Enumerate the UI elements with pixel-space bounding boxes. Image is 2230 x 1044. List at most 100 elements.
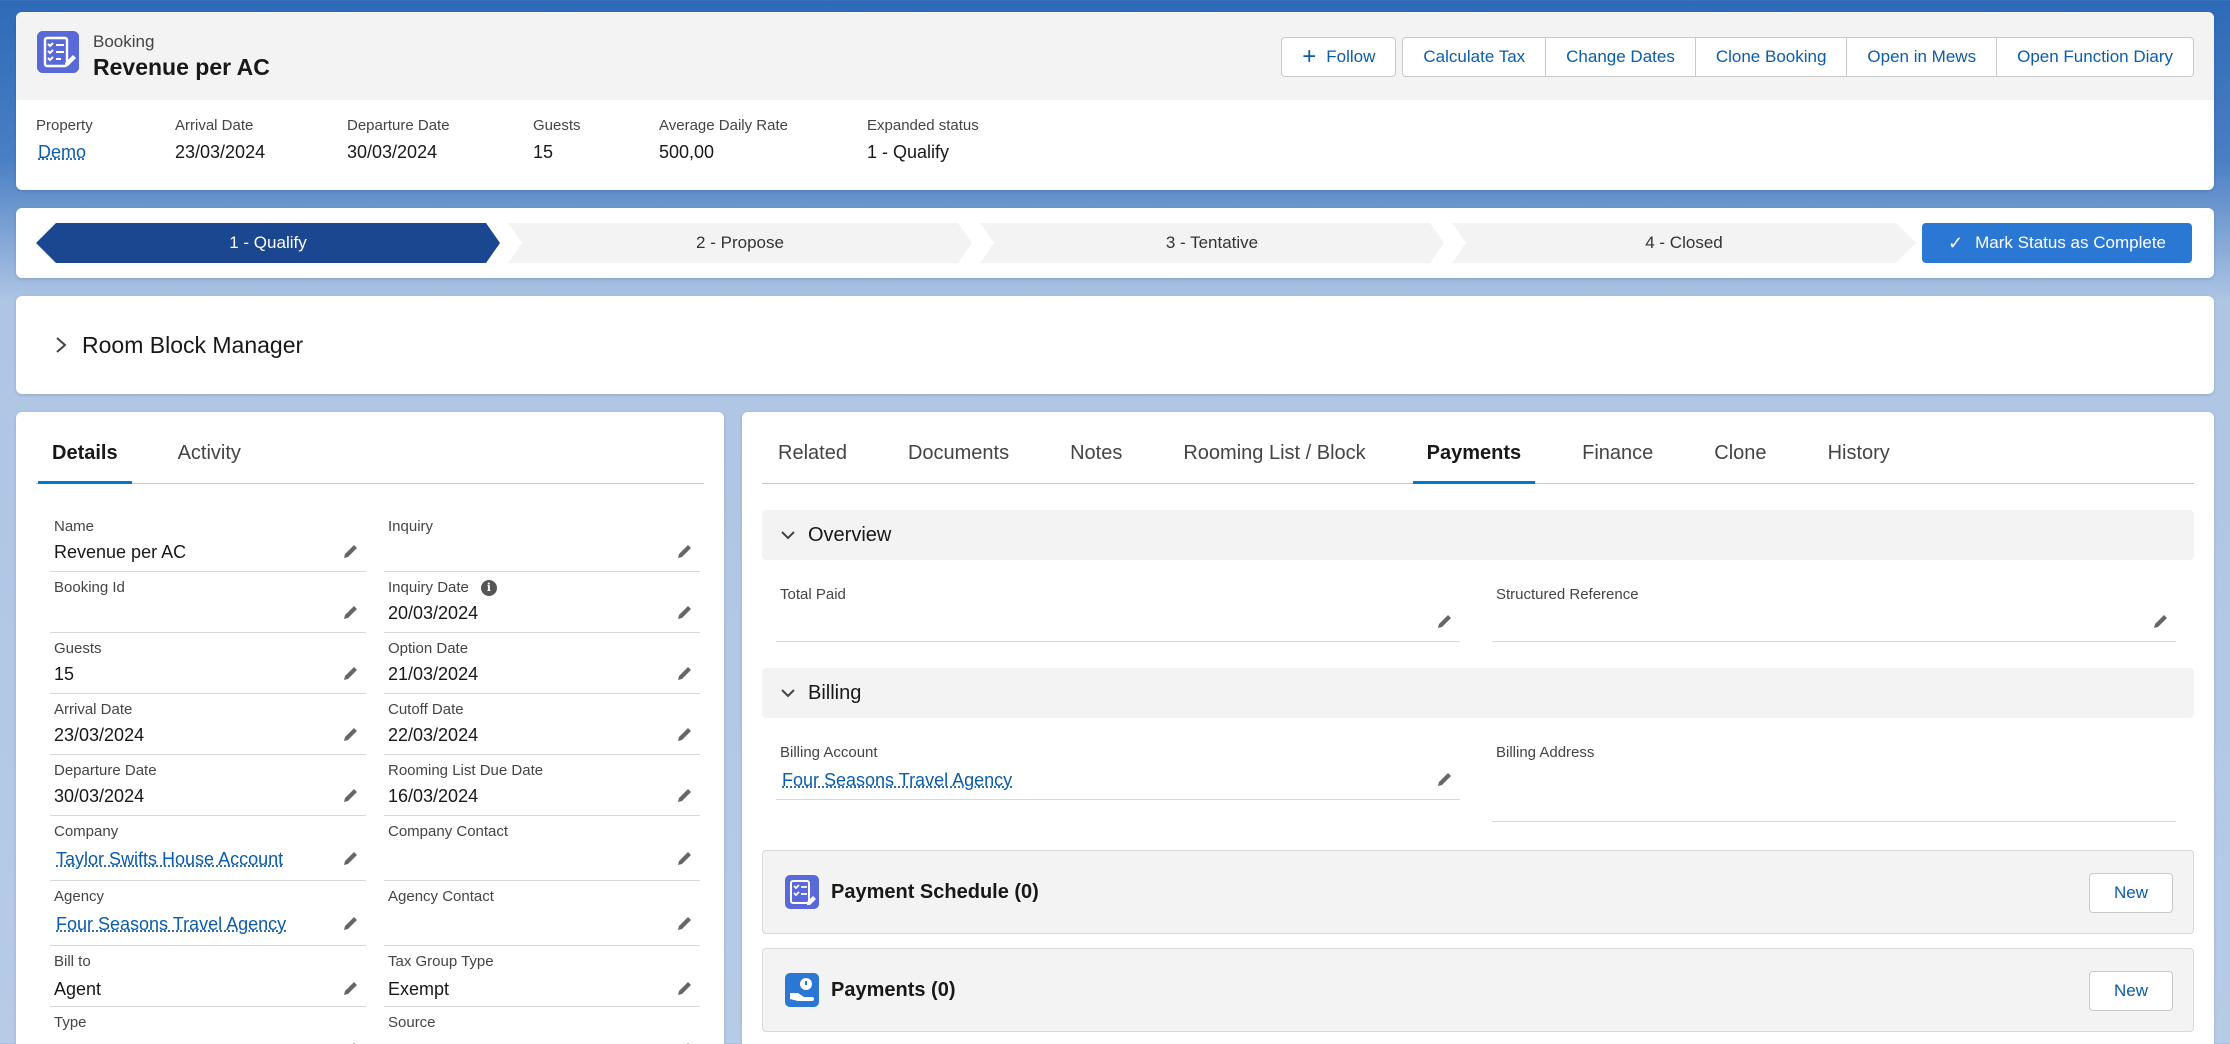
open-function-diary-button[interactable]: Open Function Diary — [1997, 37, 2194, 77]
billing-address-field: Billing Address — [1492, 738, 2176, 822]
billing-account-field: Billing Account Four Seasons Travel Agen… — [776, 738, 1460, 800]
pencil-icon[interactable] — [342, 664, 360, 682]
highlight-value: 30/03/2024 — [347, 142, 450, 163]
path-step-qualify[interactable]: 1 - Qualify — [36, 223, 500, 263]
field-label-text: Type — [54, 1014, 87, 1031]
field-label-text: Cutoff Date — [388, 701, 464, 718]
highlight-label: Average Daily Rate — [659, 117, 788, 134]
field-label: Departure Date — [54, 762, 157, 779]
field-label: Structured Reference — [1496, 586, 1639, 603]
field-label-text: Option Date — [388, 640, 468, 657]
rooming-list-due-date-field: Rooming List Due Date 16/03/2024 — [384, 756, 700, 816]
pencil-icon[interactable] — [676, 1040, 694, 1044]
field-value: 20/03/2024 — [388, 603, 478, 624]
field-label-text: Departure Date — [54, 762, 157, 779]
pencil-icon[interactable] — [676, 914, 694, 932]
overview-section-header[interactable]: Overview — [762, 510, 2194, 560]
tab-history[interactable]: History — [1828, 442, 1890, 483]
pencil-icon[interactable] — [342, 1040, 360, 1044]
new-payment-button[interactable]: New — [2089, 971, 2173, 1011]
room-block-manager-card[interactable]: Room Block Manager — [16, 296, 2214, 394]
pencil-icon[interactable] — [342, 603, 360, 621]
pencil-icon[interactable] — [342, 786, 360, 804]
tab-payments[interactable]: Payments — [1427, 442, 1522, 483]
company-link[interactable]: Taylor Swifts House Account — [56, 849, 283, 870]
field-label: Billing Account — [780, 744, 878, 761]
overview-title: Overview — [808, 524, 891, 547]
highlight-expanded-status: Expanded status 1 - Qualify — [867, 117, 979, 163]
company-field: Company Taylor Swifts House Account — [50, 817, 366, 881]
pencil-icon[interactable] — [676, 664, 694, 682]
payment-schedule-icon — [785, 875, 819, 909]
billing-section-header[interactable]: Billing — [762, 668, 2194, 718]
property-link[interactable]: Demo — [38, 142, 93, 163]
path-step-tentative[interactable]: 3 - Tentative — [980, 223, 1444, 263]
tab-related[interactable]: Related — [778, 442, 847, 483]
payment-schedule-title[interactable]: Payment Schedule (0) — [831, 881, 1039, 904]
field-value: Exempt — [388, 979, 449, 1000]
agency-link[interactable]: Four Seasons Travel Agency — [56, 914, 286, 935]
field-value: Agent — [54, 979, 101, 1000]
tab-finance[interactable]: Finance — [1582, 442, 1653, 483]
open-in-mews-button[interactable]: Open in Mews — [1847, 37, 1997, 77]
related-tabs-card: Related Documents Notes Rooming List / B… — [742, 412, 2214, 1044]
tab-clone[interactable]: Clone — [1714, 442, 1766, 483]
highlight-departure-date: Departure Date 30/03/2024 — [347, 117, 450, 163]
tab-documents[interactable]: Documents — [908, 442, 1009, 483]
field-label-text: Company Contact — [388, 823, 508, 840]
pencil-icon[interactable] — [676, 786, 694, 804]
pencil-icon[interactable] — [342, 849, 360, 867]
field-label-text: Rooming List Due Date — [388, 762, 543, 779]
booking-id-field: Booking Id — [50, 573, 366, 633]
change-dates-button[interactable]: Change Dates — [1546, 37, 1696, 77]
field-label-text: Inquiry — [388, 518, 433, 535]
highlight-label: Expanded status — [867, 117, 979, 134]
follow-button[interactable]: + Follow — [1281, 37, 1396, 77]
agency-field: Agency Four Seasons Travel Agency — [50, 882, 366, 946]
tab-rooming-list-block[interactable]: Rooming List / Block — [1183, 442, 1365, 483]
highlight-average-daily-rate: Average Daily Rate 500,00 — [659, 117, 788, 163]
mark-status-complete-button[interactable]: ✓ Mark Status as Complete — [1922, 223, 2192, 263]
pencil-icon[interactable] — [676, 725, 694, 743]
field-label-text: Source — [388, 1014, 436, 1031]
field-label: Name — [54, 518, 94, 535]
payment-schedule-related-list: Payment Schedule (0) New — [762, 850, 2194, 934]
tab-notes[interactable]: Notes — [1070, 442, 1122, 483]
pencil-icon[interactable] — [1436, 770, 1454, 788]
record-tabs: Related Documents Notes Rooming List / B… — [762, 442, 2194, 484]
pencil-icon[interactable] — [1436, 612, 1454, 630]
pencil-icon[interactable] — [676, 979, 694, 997]
arrival-date-field: Arrival Date 23/03/2024 — [50, 695, 366, 755]
field-label: Source — [388, 1014, 436, 1031]
field-label-text: Inquiry Date — [388, 579, 469, 596]
pencil-icon[interactable] — [676, 542, 694, 560]
status-path: 1 - Qualify 2 - Propose 3 - Tentative 4 … — [36, 223, 1916, 263]
tax-group-type-field: Tax Group Type Exempt — [384, 947, 700, 1007]
field-label: Option Date — [388, 640, 468, 657]
billing-account-link[interactable]: Four Seasons Travel Agency — [782, 770, 1012, 791]
tab-activity[interactable]: Activity — [178, 442, 241, 483]
pencil-icon[interactable] — [342, 914, 360, 932]
pencil-icon[interactable] — [342, 542, 360, 560]
pencil-icon[interactable] — [676, 603, 694, 621]
field-label: Inquiry — [388, 518, 433, 535]
pencil-icon[interactable] — [676, 849, 694, 867]
calculate-tax-button[interactable]: Calculate Tax — [1402, 37, 1546, 77]
info-icon[interactable]: i — [481, 580, 497, 596]
clone-booking-button[interactable]: Clone Booking — [1696, 37, 1848, 77]
pencil-icon[interactable] — [342, 725, 360, 743]
chevron-right-icon[interactable] — [54, 334, 68, 356]
room-block-manager-title: Room Block Manager — [82, 332, 303, 359]
field-value: 15 — [54, 664, 74, 685]
new-payment-schedule-button[interactable]: New — [2089, 873, 2173, 913]
pencil-icon[interactable] — [2152, 612, 2170, 630]
field-label-text: Arrival Date — [54, 701, 132, 718]
field-value: 21/03/2024 — [388, 664, 478, 685]
pencil-icon[interactable] — [342, 979, 360, 997]
highlight-label: Arrival Date — [175, 117, 265, 134]
path-step-closed[interactable]: 4 - Closed — [1452, 223, 1916, 263]
booking-record-icon — [37, 31, 79, 73]
path-step-propose[interactable]: 2 - Propose — [508, 223, 972, 263]
payments-title[interactable]: Payments (0) — [831, 979, 956, 1002]
tab-details[interactable]: Details — [52, 442, 118, 483]
